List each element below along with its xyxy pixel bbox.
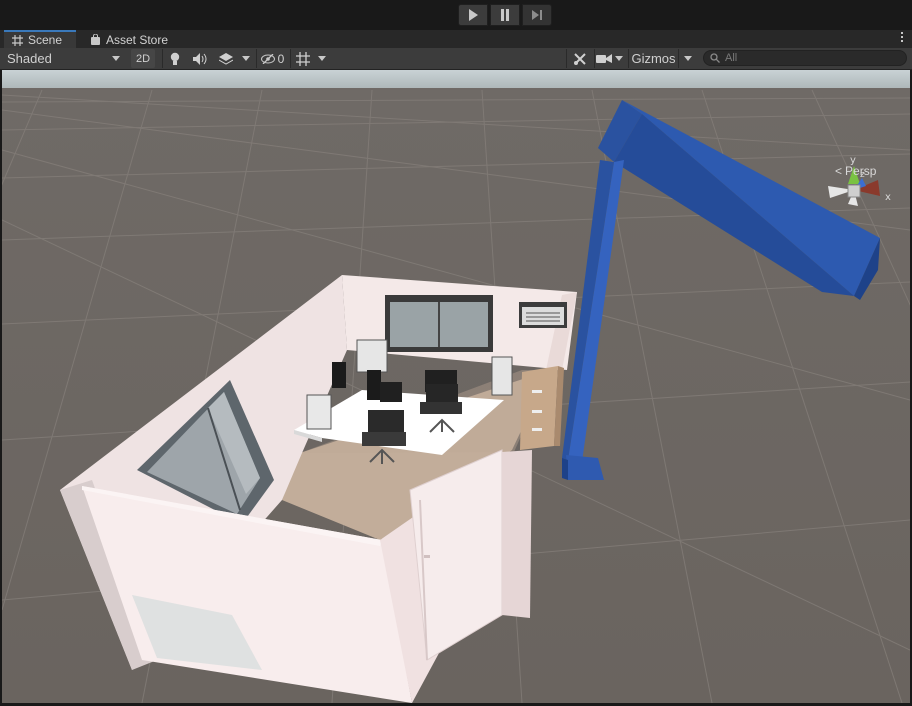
layers-effects-icon [219,52,233,65]
chevron-down-icon [615,56,623,61]
lightbulb-icon [170,52,179,65]
scene-toolbar: Shaded 2D 0 Gizmos All [0,48,912,70]
projection-toggle[interactable]: < Persp [835,164,876,178]
gizmos-dropdown[interactable] [678,49,696,68]
toggle-2d-label: 2D [135,52,151,65]
projection-label: Persp [845,164,877,178]
grid-snap-icon [295,51,310,66]
draw-mode-dropdown[interactable]: Shaded [4,49,124,68]
play-button[interactable] [458,4,488,26]
effects-toggle[interactable] [214,49,238,68]
camera-button[interactable] [594,49,612,68]
store-bag-icon [91,34,100,45]
gizmos-label: Gizmos [631,51,676,66]
wrench-icon [573,52,586,65]
chevron-down-icon [112,56,120,61]
tab-asset-store-label: Asset Store [106,32,169,47]
play-controls [458,4,554,26]
camera-icon [595,54,612,63]
search-field[interactable]: All [703,50,907,66]
hidden-count: 0 [277,51,285,66]
search-icon [710,53,720,63]
tab-scene[interactable]: Scene [4,30,76,48]
chevron-left-icon: < [835,164,843,178]
gizmos-button[interactable]: Gizmos [628,49,678,68]
camera-dropdown[interactable] [612,49,626,68]
hidden-objects-toggle[interactable]: 0 [256,49,288,68]
search-placeholder: All [725,52,738,64]
lighting-toggle[interactable] [162,49,186,68]
grid-toggle[interactable] [290,49,314,68]
tab-asset-store[interactable]: Asset Store [82,31,176,48]
more-options-icon[interactable] [900,32,904,42]
effects-dropdown[interactable] [238,49,254,68]
draw-mode-value: Shaded [7,51,52,66]
tab-scene-label: Scene [28,33,63,47]
play-mode-toolbar [0,0,912,30]
grid-icon [12,34,23,46]
grid-dropdown[interactable] [314,49,330,68]
play-icon [469,9,478,21]
pause-button[interactable] [490,4,520,26]
eye-slash-icon [260,53,275,64]
audio-toggle[interactable] [188,49,212,68]
pause-icon [501,9,509,21]
chevron-down-icon [683,56,692,61]
speaker-icon [193,52,207,65]
window-tab-strip: Scene Asset Store [0,30,912,48]
scene-viewport[interactable]: y x z [2,70,910,703]
chevron-down-icon [318,56,326,61]
toggle-2d-button[interactable]: 2D [131,49,155,68]
step-icon [532,10,542,20]
chevron-down-icon [242,56,250,61]
axis-x-label: x [885,192,891,203]
step-button[interactable] [522,4,552,26]
tools-button[interactable] [566,49,592,68]
